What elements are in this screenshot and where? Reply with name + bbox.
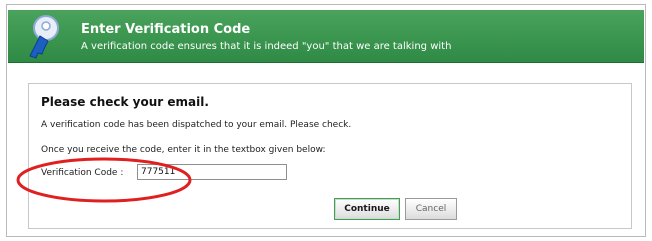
dispatch-message: A verification code has been dispatched … [41,120,352,130]
verification-code-label: Verification Code : [41,168,124,178]
continue-button[interactable]: Continue [334,198,400,220]
panel-heading: Please check your email. [41,95,209,109]
verification-panel: Please check your email. A verification … [28,83,632,229]
key-icon [29,15,59,59]
instruction-message: Once you receive the code, enter it in t… [41,145,326,155]
cancel-button[interactable]: Cancel [405,198,457,220]
verification-code-input[interactable] [137,164,287,180]
dialog-header: Enter Verification Code A verification c… [8,10,644,63]
dialog-title: Enter Verification Code [81,22,251,37]
dialog-subtitle: A verification code ensures that it is i… [81,41,452,52]
